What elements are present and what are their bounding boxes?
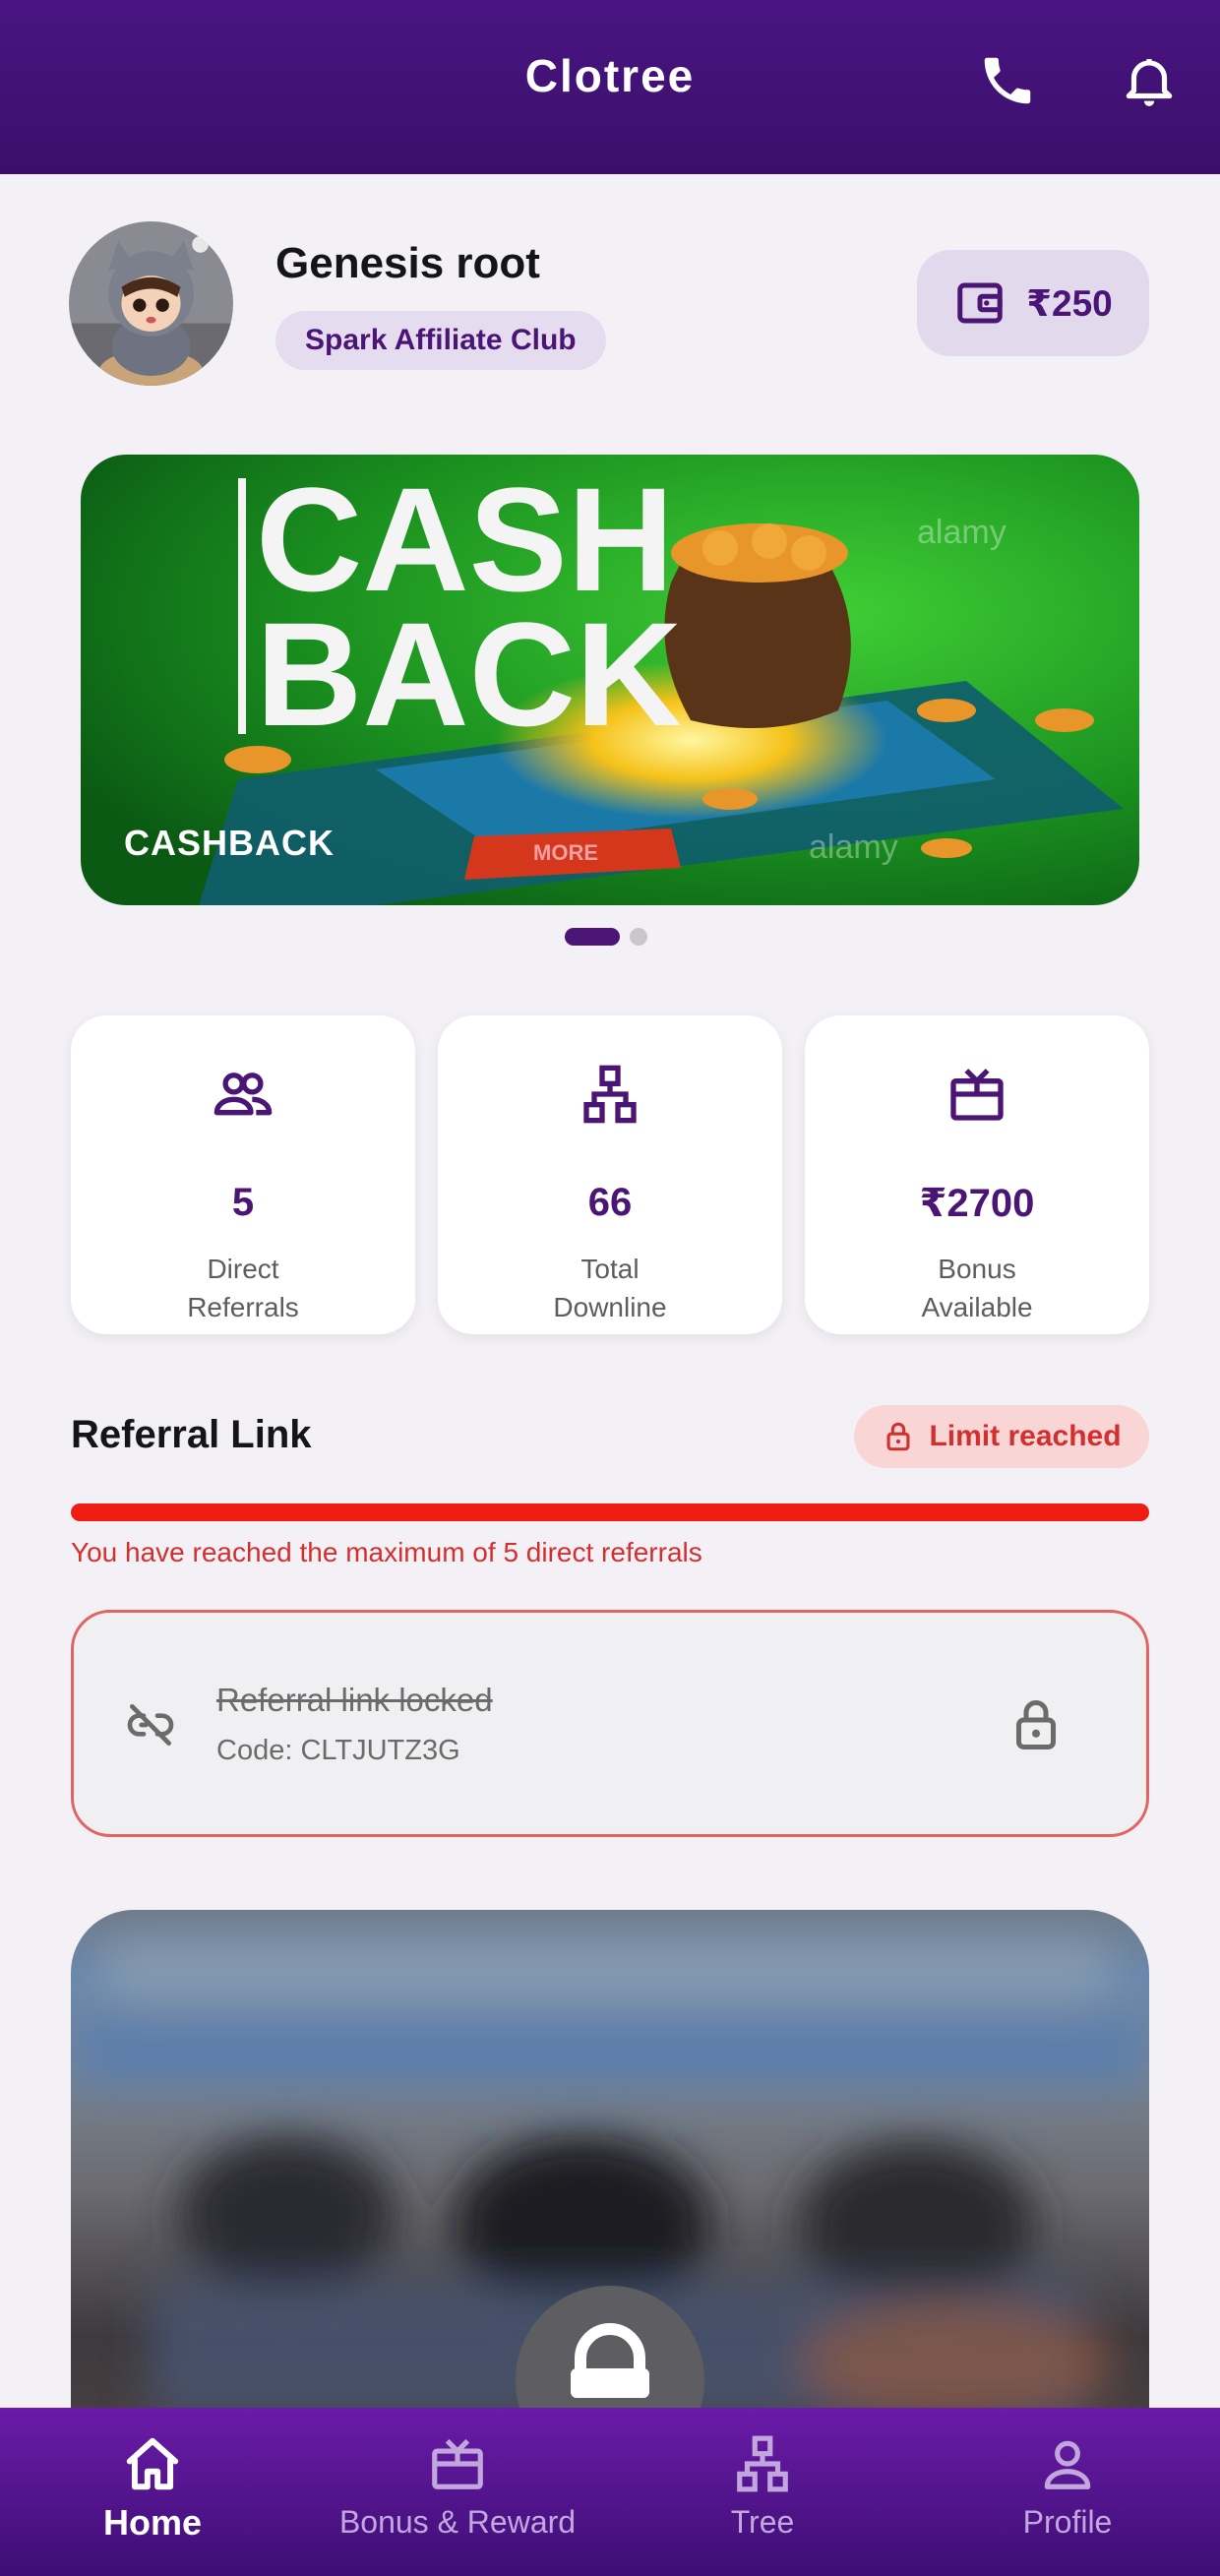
referral-section-title: Referral Link [71, 1413, 312, 1456]
nav-home[interactable]: Home [59, 2408, 246, 2576]
limit-reached-badge: Limit reached [854, 1405, 1149, 1468]
lock-icon [886, 1422, 910, 1451]
banner-caption: CASHBACK [124, 823, 335, 863]
tree-icon [737, 2435, 788, 2492]
promo-banner[interactable]: CASH BACK MORE alamy alamy CASHBACK [81, 455, 1139, 905]
link-off-icon [127, 1704, 174, 1746]
lock-icon [1016, 1700, 1056, 1749]
bottom-navigation: Home Bonus & Reward Tree Profile [0, 2408, 1220, 2576]
people-icon [214, 1073, 273, 1116]
carousel-indicator [565, 928, 647, 946]
user-name: Genesis root [275, 239, 540, 287]
person-icon [1044, 2440, 1091, 2489]
app-header: Clotree [0, 0, 1220, 174]
stat-label: Direct Referrals [187, 1254, 299, 1322]
stat-label: Total Downline [553, 1254, 667, 1322]
wallet-button[interactable]: ₹250 [917, 250, 1149, 356]
referral-link-locked-box[interactable]: Referral link locked Code: CLTJUTZ3G [71, 1610, 1149, 1837]
tree-icon [583, 1065, 637, 1124]
referral-code: Code: CLTJUTZ3G [216, 1735, 460, 1766]
gift-icon [432, 2438, 483, 2489]
nav-label: Profile [1022, 2504, 1113, 2540]
stat-card-total-downline[interactable]: 66 Total Downline [438, 1015, 782, 1334]
nav-profile[interactable]: Profile [974, 2408, 1161, 2576]
avatar[interactable] [69, 221, 233, 386]
nav-bonus-reward[interactable]: Bonus & Reward [315, 2408, 600, 2576]
bell-icon[interactable] [1116, 47, 1183, 114]
phone-icon[interactable] [974, 47, 1041, 114]
referral-progress-bar [71, 1503, 1149, 1521]
carousel-dot-active[interactable] [565, 928, 620, 946]
stat-card-bonus-available[interactable]: ₹2700 Bonus Available [805, 1015, 1149, 1334]
nav-tree[interactable]: Tree [669, 2408, 856, 2576]
stat-value: 5 [231, 1181, 255, 1224]
nav-label: Bonus & Reward [338, 2504, 577, 2540]
home-icon [126, 2437, 179, 2490]
carousel-dot[interactable] [630, 928, 647, 946]
wallet-icon [957, 282, 1003, 324]
limit-badge-label: Limit reached [929, 1420, 1122, 1452]
stat-value: ₹2700 [919, 1182, 1035, 1225]
stat-card-direct-referrals[interactable]: 5 Direct Referrals [71, 1015, 415, 1334]
stat-value: 66 [587, 1181, 633, 1224]
referral-limit-message: You have reached the maximum of 5 direct… [71, 1537, 702, 1567]
banner-watermark: alamy [917, 514, 1006, 551]
club-badge: Spark Affiliate Club [275, 311, 606, 370]
wallet-amount: ₹250 [1026, 282, 1113, 324]
banner-headline-2: BACK [256, 591, 682, 757]
stat-label: Bonus Available [921, 1254, 1033, 1322]
banner-watermark-2: alamy [809, 828, 898, 866]
nav-label: Home [102, 2502, 203, 2543]
gift-icon [950, 1069, 1004, 1121]
banner-more-button: MORE [533, 840, 598, 865]
nav-label: Tree [730, 2504, 795, 2540]
referral-locked-title: Referral link locked [216, 1682, 493, 1718]
